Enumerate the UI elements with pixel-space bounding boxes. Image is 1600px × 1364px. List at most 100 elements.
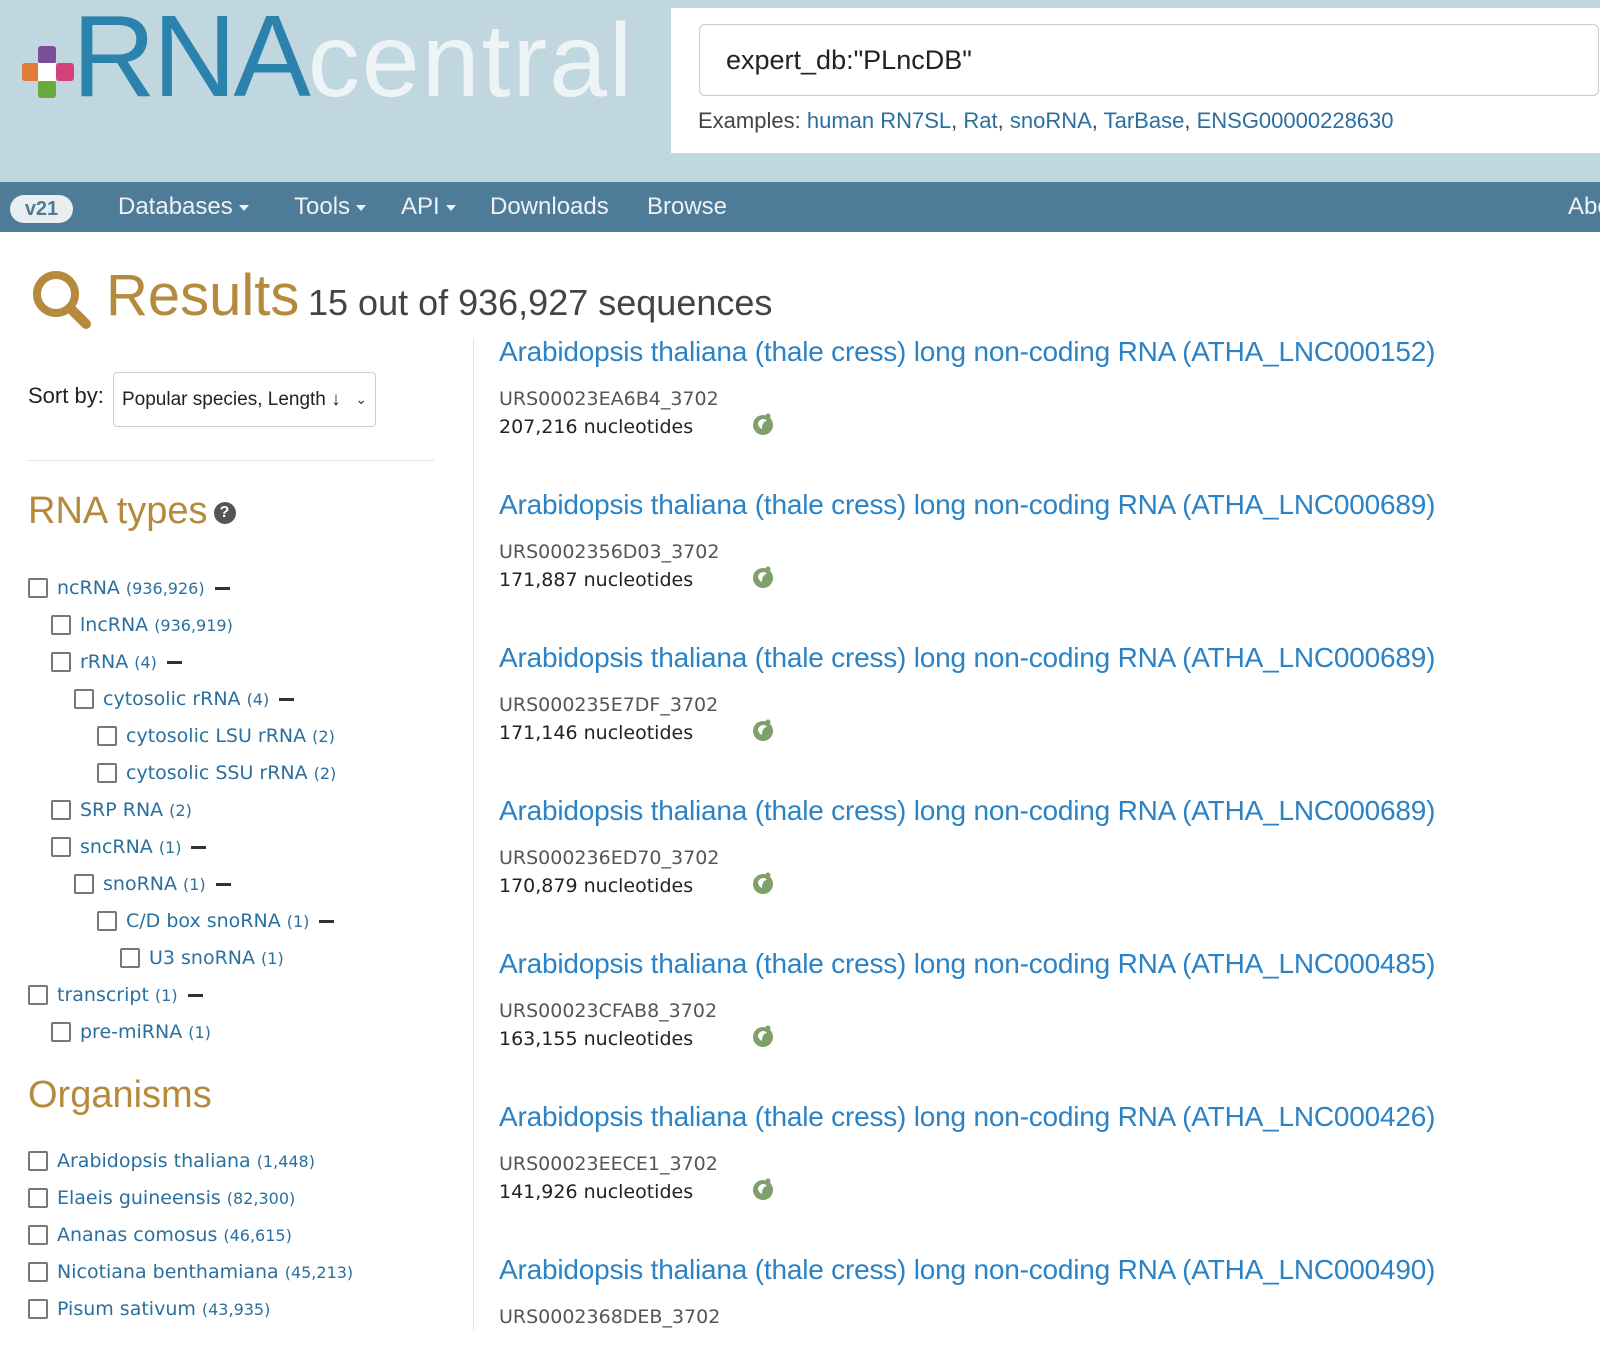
result-item: Arabidopsis thaliana (thale cress) long … <box>499 1101 1600 1211</box>
version-badge[interactable]: v21 <box>10 195 73 223</box>
result-urs-id: URS00023CFAB8_3702 <box>499 1000 718 1022</box>
facet-item[interactable]: Ananas comosus (46,615) <box>28 1221 292 1249</box>
checkbox[interactable] <box>51 615 71 635</box>
checkbox[interactable] <box>28 1262 48 1282</box>
checkbox[interactable] <box>120 948 140 968</box>
facet-item-count: (45,213) <box>284 1262 354 1282</box>
facet-item[interactable]: Arabidopsis thaliana (1,448) <box>28 1147 315 1175</box>
collapse-icon[interactable] <box>279 697 295 701</box>
checkbox[interactable] <box>28 1151 48 1171</box>
result-length: 141,926 nucleotides <box>499 1181 694 1203</box>
checkbox[interactable] <box>51 1022 71 1042</box>
nav-databases[interactable]: Databases <box>118 193 249 221</box>
checkbox[interactable] <box>28 985 48 1005</box>
facet-item[interactable]: sncRNA (1) <box>51 833 207 861</box>
facet-item-label: cytosolic SSU rRNA <box>126 762 308 784</box>
facet-item-count: (936,926) <box>125 578 205 598</box>
logo-cross-icon <box>22 46 74 98</box>
example-link[interactable]: Rat <box>963 108 997 133</box>
collapse-icon[interactable] <box>215 882 231 886</box>
sort-label: Sort by: <box>28 383 104 408</box>
result-title-link[interactable]: Arabidopsis thaliana (thale cress) long … <box>499 948 1600 980</box>
facet-item[interactable]: pre-miRNA (1) <box>51 1018 211 1046</box>
nav-browse[interactable]: Browse <box>647 193 727 221</box>
checkbox[interactable] <box>28 578 48 598</box>
facet-item[interactable]: U3 snoRNA (1) <box>120 944 284 972</box>
facet-item-label: U3 snoRNA <box>149 947 256 969</box>
checkbox[interactable] <box>28 1188 48 1208</box>
example-link[interactable]: snoRNA <box>1010 108 1092 133</box>
facet-item[interactable]: ncRNA (936,926) <box>28 574 230 602</box>
result-title-link[interactable]: Arabidopsis thaliana (thale cress) long … <box>499 336 1600 368</box>
checkbox[interactable] <box>74 689 94 709</box>
nav-api[interactable]: API <box>401 193 456 221</box>
example-link[interactable]: TarBase <box>1104 108 1185 133</box>
example-link[interactable]: human RN7SL <box>807 108 951 133</box>
checkbox[interactable] <box>97 763 117 783</box>
facet-item[interactable]: cytosolic LSU rRNA (2) <box>97 722 335 750</box>
collapse-icon[interactable] <box>319 919 335 923</box>
nav-label: Abo <box>1568 193 1600 220</box>
result-item: Arabidopsis thaliana (thale cress) long … <box>499 795 1600 905</box>
result-length: 207,216 nucleotides <box>499 416 694 438</box>
facet-item-label: sncRNA <box>80 836 153 858</box>
results-title: Results <box>106 263 300 328</box>
checkbox[interactable] <box>51 837 71 857</box>
facet-item-label: lncRNA <box>80 614 149 636</box>
collapse-icon[interactable] <box>187 993 203 997</box>
search-icon <box>33 271 91 329</box>
facet-item[interactable]: transcript (1) <box>28 981 203 1009</box>
checkbox[interactable] <box>28 1299 48 1319</box>
sort-select[interactable]: Popular species, Length ↓ ⌄ <box>113 372 376 427</box>
facet-item[interactable]: Nicotiana benthamiana (45,213) <box>28 1258 353 1286</box>
checkbox[interactable] <box>97 911 117 931</box>
help-icon[interactable]: ? <box>213 501 236 524</box>
search-examples: Examples: human RN7SL, Rat, snoRNA, TarB… <box>698 108 1394 133</box>
nav-downloads[interactable]: Downloads <box>490 193 609 221</box>
facet-item-count: (1) <box>261 948 284 968</box>
result-length: 163,155 nucleotides <box>499 1028 694 1050</box>
collapse-icon[interactable] <box>166 660 182 664</box>
facet-item-label: Elaeis guineensis <box>57 1187 221 1209</box>
collapse-icon[interactable] <box>214 586 230 590</box>
result-title-link[interactable]: Arabidopsis thaliana (thale cress) long … <box>499 642 1600 674</box>
facet-item-label: SRP RNA <box>80 799 164 821</box>
search-input[interactable] <box>699 24 1599 96</box>
checkbox[interactable] <box>74 874 94 894</box>
collapse-icon[interactable] <box>191 845 207 849</box>
checkbox[interactable] <box>97 726 117 746</box>
facet-item[interactable]: snoRNA (1) <box>74 870 231 898</box>
facet-title-text: RNA types <box>28 490 208 532</box>
checkbox[interactable] <box>28 1225 48 1245</box>
facet-item-label: rRNA <box>80 651 129 673</box>
facet-item[interactable]: rRNA (4) <box>51 648 182 676</box>
example-link[interactable]: ENSG00000228630 <box>1197 108 1394 133</box>
result-title-link[interactable]: Arabidopsis thaliana (thale cress) long … <box>499 795 1600 827</box>
result-title-link[interactable]: Arabidopsis thaliana (thale cress) long … <box>499 1101 1600 1133</box>
facet-item[interactable]: cytosolic rRNA (4) <box>74 685 295 713</box>
facet-item[interactable]: SRP RNA (2) <box>51 796 192 824</box>
nav-tools[interactable]: Tools <box>294 193 367 221</box>
facet-item[interactable]: cytosolic SSU rRNA (2) <box>97 759 336 787</box>
facet-item[interactable]: Elaeis guineensis (82,300) <box>28 1184 295 1212</box>
results-count: 15 out of 936,927 sequences <box>308 282 773 323</box>
facet-item-count: (2) <box>312 726 335 746</box>
nav-about[interactable]: Abo <box>1568 193 1600 221</box>
caret-down-icon <box>445 204 456 211</box>
result-length: 171,887 nucleotides <box>499 569 694 591</box>
facet-item[interactable]: Pisum sativum (43,935) <box>28 1295 270 1323</box>
checkbox[interactable] <box>51 652 71 672</box>
plant-species-icon <box>751 1177 775 1201</box>
facet-item-label: ncRNA <box>57 577 120 599</box>
facet-item[interactable]: C/D box snoRNA (1) <box>97 907 335 935</box>
chevron-down-icon: ⌄ <box>355 391 367 407</box>
checkbox[interactable] <box>51 800 71 820</box>
facet-item-count: (936,919) <box>154 615 233 635</box>
facet-item-count: (2) <box>313 763 337 783</box>
facet-item[interactable]: lncRNA (936,919) <box>51 611 233 639</box>
result-item: Arabidopsis thaliana (thale cress) long … <box>499 489 1600 599</box>
nav-label: Databases <box>118 193 233 220</box>
result-title-link[interactable]: Arabidopsis thaliana (thale cress) long … <box>499 489 1600 521</box>
result-title-link[interactable]: Arabidopsis thaliana (thale cress) long … <box>499 1254 1600 1286</box>
facet-item-count: (1) <box>154 985 178 1005</box>
